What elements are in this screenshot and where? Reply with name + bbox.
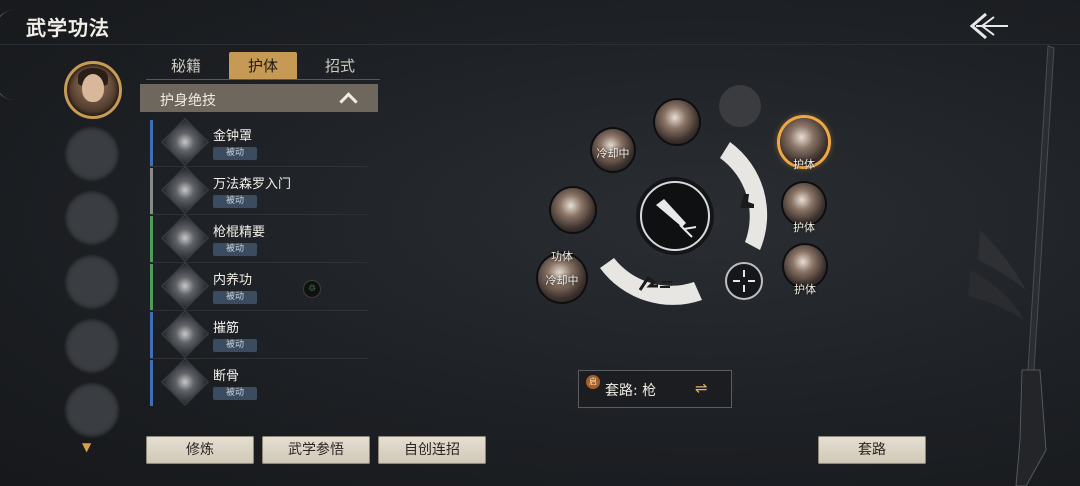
header-divider bbox=[0, 44, 1080, 45]
main-attack-button[interactable] bbox=[640, 181, 710, 251]
cooldown-label: 冷却中 bbox=[596, 147, 630, 160]
skill-row[interactable]: 摧筋 被动 bbox=[150, 309, 368, 359]
skill-row[interactable]: 内养功 被动 bbox=[150, 261, 368, 311]
passive-tag: 被动 bbox=[213, 339, 257, 352]
character-avatar-selected[interactable] bbox=[64, 61, 122, 119]
custom-combo-button[interactable]: 自创连招 bbox=[378, 436, 486, 464]
skill-rarity-bar bbox=[150, 168, 153, 214]
back-button[interactable] bbox=[962, 8, 1014, 44]
passive-tag: 被动 bbox=[213, 387, 257, 400]
skill-rarity-bar bbox=[150, 312, 153, 358]
character-slot-empty[interactable] bbox=[64, 382, 120, 438]
lotus-icon bbox=[160, 309, 210, 359]
passive-tag: 被动 bbox=[213, 243, 257, 256]
skill-row[interactable]: 金钟罩 被动 bbox=[150, 117, 368, 167]
spear-weapon-art bbox=[968, 45, 1055, 486]
huti-label: 护体 bbox=[793, 221, 815, 234]
cooldown-label: 冷却中 bbox=[545, 274, 579, 287]
routine-label: 套路: 枪 bbox=[605, 383, 657, 399]
passive-tag: 被动 bbox=[213, 291, 257, 304]
lock-target-button[interactable] bbox=[725, 262, 763, 300]
character-slot-empty[interactable] bbox=[64, 318, 120, 374]
character-slot-empty[interactable] bbox=[64, 190, 120, 246]
skill-name: 断骨 bbox=[213, 369, 240, 384]
practice-button[interactable]: 修炼 bbox=[146, 436, 254, 464]
boot-dodge-icon[interactable] bbox=[736, 190, 758, 212]
comprehend-button[interactable]: 武学参悟 bbox=[262, 436, 370, 464]
skill-rarity-bar bbox=[150, 120, 153, 166]
status-effect-icon: ♲ bbox=[303, 280, 321, 298]
back-arrow-icon bbox=[969, 12, 1008, 40]
tab-huti[interactable]: 护体 bbox=[229, 52, 297, 80]
spear-icon bbox=[160, 213, 210, 263]
bell-shield-icon bbox=[160, 117, 210, 167]
blade-strike-icon bbox=[656, 199, 697, 238]
skill-rarity-bar bbox=[150, 216, 153, 262]
dash-move-icon[interactable] bbox=[636, 272, 676, 296]
section-title: 护身绝技 bbox=[160, 93, 216, 109]
crosshair-icon bbox=[733, 270, 755, 292]
skill-name: 金钟罩 bbox=[213, 129, 253, 144]
skill-rarity-bar bbox=[150, 360, 153, 406]
skill-name: 摧筋 bbox=[213, 321, 240, 336]
tab-miji[interactable]: 秘籍 bbox=[146, 52, 226, 80]
skill-name: 内养功 bbox=[213, 273, 253, 288]
character-slot-empty[interactable] bbox=[64, 254, 120, 310]
skill-slot-kick[interactable] bbox=[655, 100, 699, 144]
inner-energy-icon bbox=[160, 261, 210, 311]
routine-badge: 启 bbox=[586, 375, 600, 389]
skill-rarity-bar bbox=[150, 264, 153, 310]
passive-tag: 被动 bbox=[213, 195, 257, 208]
bone-break-icon bbox=[160, 357, 210, 407]
routine-selector[interactable]: 启 套路: 枪 ⇌ bbox=[578, 370, 732, 408]
martial-figure-icon bbox=[160, 165, 210, 215]
skill-row[interactable]: 万法森罗入门 被动 bbox=[150, 165, 368, 215]
passive-tag: 被动 bbox=[213, 147, 257, 160]
huti-label: 护体 bbox=[794, 283, 816, 296]
tabs-underline bbox=[146, 79, 380, 80]
gongti-label: 功体 bbox=[551, 250, 573, 263]
skill-slot-empty[interactable] bbox=[719, 85, 761, 127]
skill-row[interactable]: 枪棍精要 被动 bbox=[150, 213, 368, 263]
huti-label: 护体 bbox=[793, 158, 815, 171]
tab-zhaoshi[interactable]: 招式 bbox=[300, 52, 380, 80]
skill-row[interactable]: 断骨 被动 bbox=[150, 357, 368, 407]
skill-name: 万法森罗入门 bbox=[213, 177, 292, 192]
skill-name: 枪棍精要 bbox=[213, 225, 266, 240]
side-frame bbox=[0, 10, 14, 100]
swap-icon[interactable]: ⇌ bbox=[695, 379, 708, 397]
scroll-down-icon[interactable]: ▼ bbox=[82, 440, 91, 454]
page-title: 武学功法 bbox=[26, 16, 110, 40]
skill-slot-claw[interactable] bbox=[551, 188, 595, 232]
character-slot-empty[interactable] bbox=[64, 126, 120, 182]
routine-button[interactable]: 套路 bbox=[818, 436, 926, 464]
